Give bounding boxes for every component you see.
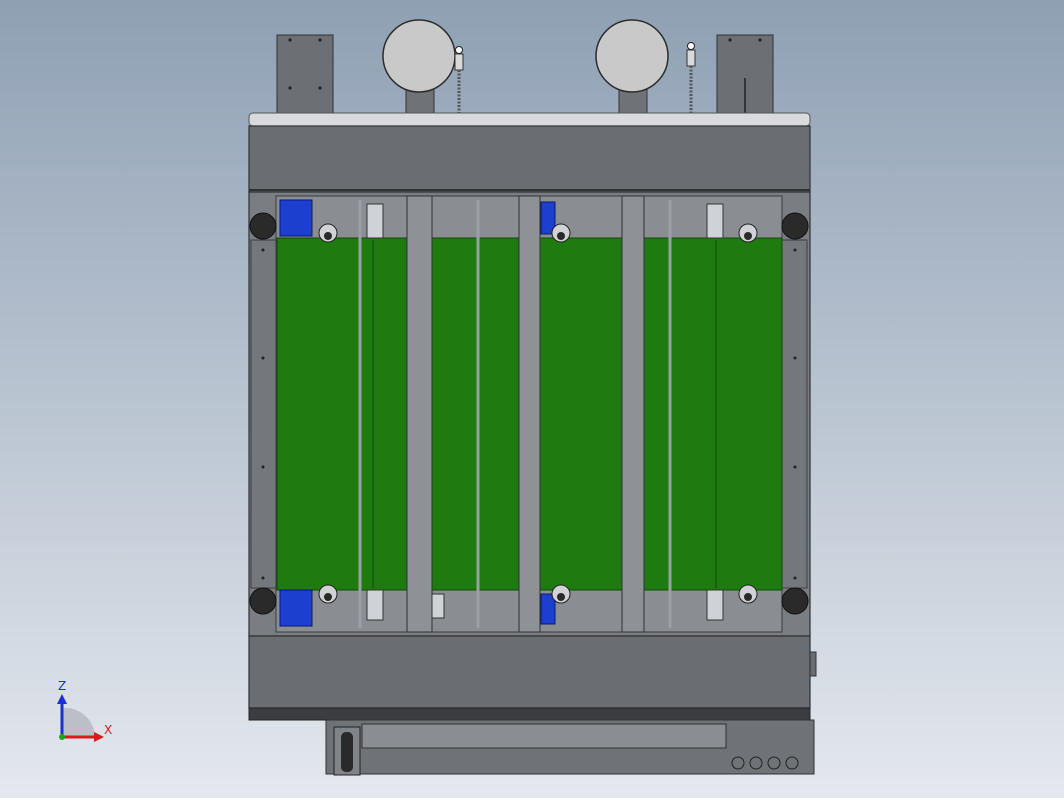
spring-valve-right (686, 42, 696, 114)
caster-wheel-icon (333, 726, 361, 776)
spring-valve-left (454, 46, 464, 114)
bottom-lip (248, 707, 811, 721)
pressure-gauge-left (382, 19, 456, 115)
top-bracket-right (716, 34, 774, 116)
base-tray (325, 719, 815, 775)
top-housing (248, 125, 811, 193)
machine-drawing[interactable]: Z X (0, 0, 1064, 798)
z-axis-label: Z (58, 679, 66, 693)
pressure-gauge-right (595, 19, 669, 115)
bottom-housing (248, 635, 811, 709)
top-bracket-left (276, 34, 334, 116)
top-rail (248, 112, 811, 127)
side-post-right (781, 239, 808, 589)
orientation-triad: Z X (57, 679, 112, 742)
side-post-left (250, 239, 277, 589)
x-axis-label: X (104, 723, 112, 737)
cad-viewport[interactable]: Z X (0, 0, 1064, 798)
